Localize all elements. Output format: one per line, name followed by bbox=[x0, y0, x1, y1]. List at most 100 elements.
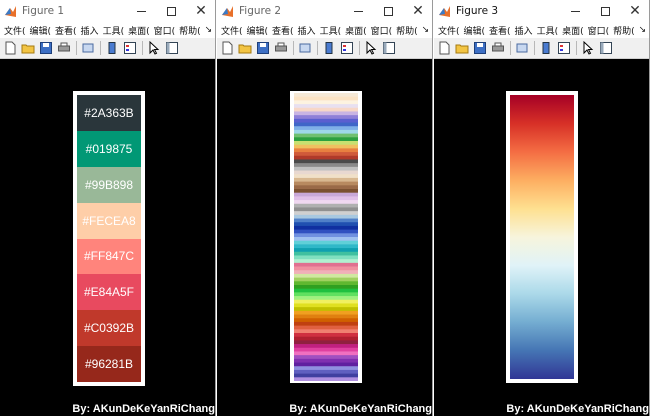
menu-edit[interactable]: 编辑( bbox=[30, 24, 52, 37]
colorbar-icon[interactable] bbox=[105, 41, 119, 55]
credit-text: By: AKunDeKeYanRiChang bbox=[289, 403, 432, 415]
menubar: 文件( 编辑( 查看( 插入 工具( 桌面( 窗口( 帮助( ↘ bbox=[434, 22, 650, 38]
menu-view[interactable]: 查看( bbox=[55, 24, 77, 37]
close-button[interactable]: ✕ bbox=[403, 0, 433, 22]
menu-file[interactable]: 文件( bbox=[438, 24, 460, 37]
menu-tools[interactable]: 工具( bbox=[537, 24, 559, 37]
color-stripe bbox=[294, 377, 358, 381]
menu-tools[interactable]: 工具( bbox=[103, 24, 125, 37]
menu-window[interactable]: 窗口( bbox=[371, 24, 393, 37]
pointer-icon[interactable] bbox=[581, 41, 595, 55]
save-icon[interactable] bbox=[39, 41, 53, 55]
swatch-label: #96281B bbox=[84, 357, 134, 372]
swatch-label: #E84A5F bbox=[83, 285, 135, 300]
save-icon[interactable] bbox=[473, 41, 487, 55]
figure-toolbar bbox=[0, 38, 216, 59]
menu-insert[interactable]: 插入 bbox=[298, 24, 316, 37]
pointer-icon[interactable] bbox=[364, 41, 378, 55]
legend-icon[interactable] bbox=[340, 41, 354, 55]
color-stripe bbox=[294, 266, 358, 271]
figure-2-window: Figure 2 ✕ 文件( 编辑( 查看( 插入 工具( 桌面( 窗口( 帮助… bbox=[217, 0, 433, 416]
link-plot-icon[interactable] bbox=[81, 41, 95, 55]
legend-icon[interactable] bbox=[123, 41, 137, 55]
link-plot-icon[interactable] bbox=[298, 41, 312, 55]
close-icon: ✕ bbox=[195, 3, 207, 19]
menu-desktop[interactable]: 桌面( bbox=[562, 24, 584, 37]
minimize-button[interactable] bbox=[126, 0, 156, 22]
new-figure-icon[interactable] bbox=[437, 41, 451, 55]
close-button[interactable]: ✕ bbox=[620, 0, 650, 22]
menu-file[interactable]: 文件( bbox=[221, 24, 243, 37]
figure-canvas[interactable]: By: AKunDeKeYanRiChang bbox=[434, 60, 650, 416]
pointer-icon[interactable] bbox=[147, 41, 161, 55]
new-figure-icon[interactable] bbox=[220, 41, 234, 55]
menu-help[interactable]: 帮助( bbox=[396, 24, 418, 37]
color-stripe bbox=[294, 155, 358, 160]
maximize-button[interactable] bbox=[156, 0, 186, 22]
color-stripe bbox=[294, 203, 358, 208]
figure-3-titlebar[interactable]: Figure 3 ✕ bbox=[434, 0, 650, 22]
color-stripe bbox=[294, 137, 358, 142]
close-button[interactable]: ✕ bbox=[186, 0, 216, 22]
menu-help[interactable]: 帮助( bbox=[613, 24, 635, 37]
color-stripe bbox=[294, 129, 358, 135]
menu-overflow-icon[interactable]: ↘ bbox=[639, 25, 647, 35]
print-icon[interactable] bbox=[491, 41, 505, 55]
new-figure-icon[interactable] bbox=[3, 41, 17, 55]
color-stripe bbox=[294, 333, 358, 338]
colorbar-icon[interactable] bbox=[322, 41, 336, 55]
color-stripe bbox=[294, 307, 358, 312]
save-icon[interactable] bbox=[256, 41, 270, 55]
open-file-icon[interactable] bbox=[21, 41, 35, 55]
minimize-button[interactable] bbox=[343, 0, 373, 22]
swatch-row: #2A363B bbox=[77, 95, 141, 131]
menu-edit[interactable]: 编辑( bbox=[247, 24, 269, 37]
open-file-icon[interactable] bbox=[455, 41, 469, 55]
toolbar-separator bbox=[534, 41, 535, 55]
colorbar-icon[interactable] bbox=[539, 41, 553, 55]
figure-canvas[interactable]: #2A363B #019875 #99B898 #FECEA8 #FF847C … bbox=[0, 60, 216, 416]
maximize-icon bbox=[600, 6, 610, 16]
minimize-icon bbox=[570, 10, 580, 12]
menu-help[interactable]: 帮助( bbox=[179, 24, 201, 37]
swatch-row: #FECEA8 bbox=[77, 202, 141, 239]
open-file-icon[interactable] bbox=[238, 41, 252, 55]
menu-insert[interactable]: 插入 bbox=[81, 24, 99, 37]
color-gradient bbox=[510, 95, 574, 379]
minimize-button[interactable] bbox=[560, 0, 590, 22]
color-stripe bbox=[294, 314, 358, 319]
menu-file[interactable]: 文件( bbox=[4, 24, 26, 37]
menu-window[interactable]: 窗口( bbox=[588, 24, 610, 37]
figure-1-titlebar[interactable]: Figure 1 ✕ bbox=[0, 0, 216, 22]
swatch-row: #019875 bbox=[77, 130, 141, 167]
window-title: Figure 2 bbox=[239, 5, 282, 17]
toolbar-separator bbox=[76, 41, 77, 55]
color-stripe bbox=[294, 225, 358, 231]
figure-2-titlebar[interactable]: Figure 2 ✕ bbox=[217, 0, 433, 22]
link-plot-icon[interactable] bbox=[515, 41, 529, 55]
menu-window[interactable]: 窗口( bbox=[154, 24, 176, 37]
property-editor-icon[interactable] bbox=[382, 41, 396, 55]
color-stripe bbox=[294, 185, 358, 190]
legend-icon[interactable] bbox=[557, 41, 571, 55]
swatch-row: #FF847C bbox=[77, 238, 141, 275]
color-stripe bbox=[294, 355, 358, 360]
menu-overflow-icon[interactable]: ↘ bbox=[205, 25, 213, 35]
figure-canvas[interactable]: By: AKunDeKeYanRiChang bbox=[217, 60, 433, 416]
color-stripe bbox=[294, 192, 358, 197]
print-icon[interactable] bbox=[274, 41, 288, 55]
maximize-button[interactable] bbox=[373, 0, 403, 22]
property-editor-icon[interactable] bbox=[599, 41, 613, 55]
figure-toolbar bbox=[217, 38, 433, 59]
menu-insert[interactable]: 插入 bbox=[515, 24, 533, 37]
menu-view[interactable]: 查看( bbox=[489, 24, 511, 37]
maximize-button[interactable] bbox=[590, 0, 620, 22]
menu-view[interactable]: 查看( bbox=[272, 24, 294, 37]
menu-tools[interactable]: 工具( bbox=[320, 24, 342, 37]
property-editor-icon[interactable] bbox=[165, 41, 179, 55]
menu-overflow-icon[interactable]: ↘ bbox=[422, 25, 430, 35]
menu-desktop[interactable]: 桌面( bbox=[345, 24, 367, 37]
menu-desktop[interactable]: 桌面( bbox=[128, 24, 150, 37]
menu-edit[interactable]: 编辑( bbox=[464, 24, 486, 37]
print-icon[interactable] bbox=[57, 41, 71, 55]
